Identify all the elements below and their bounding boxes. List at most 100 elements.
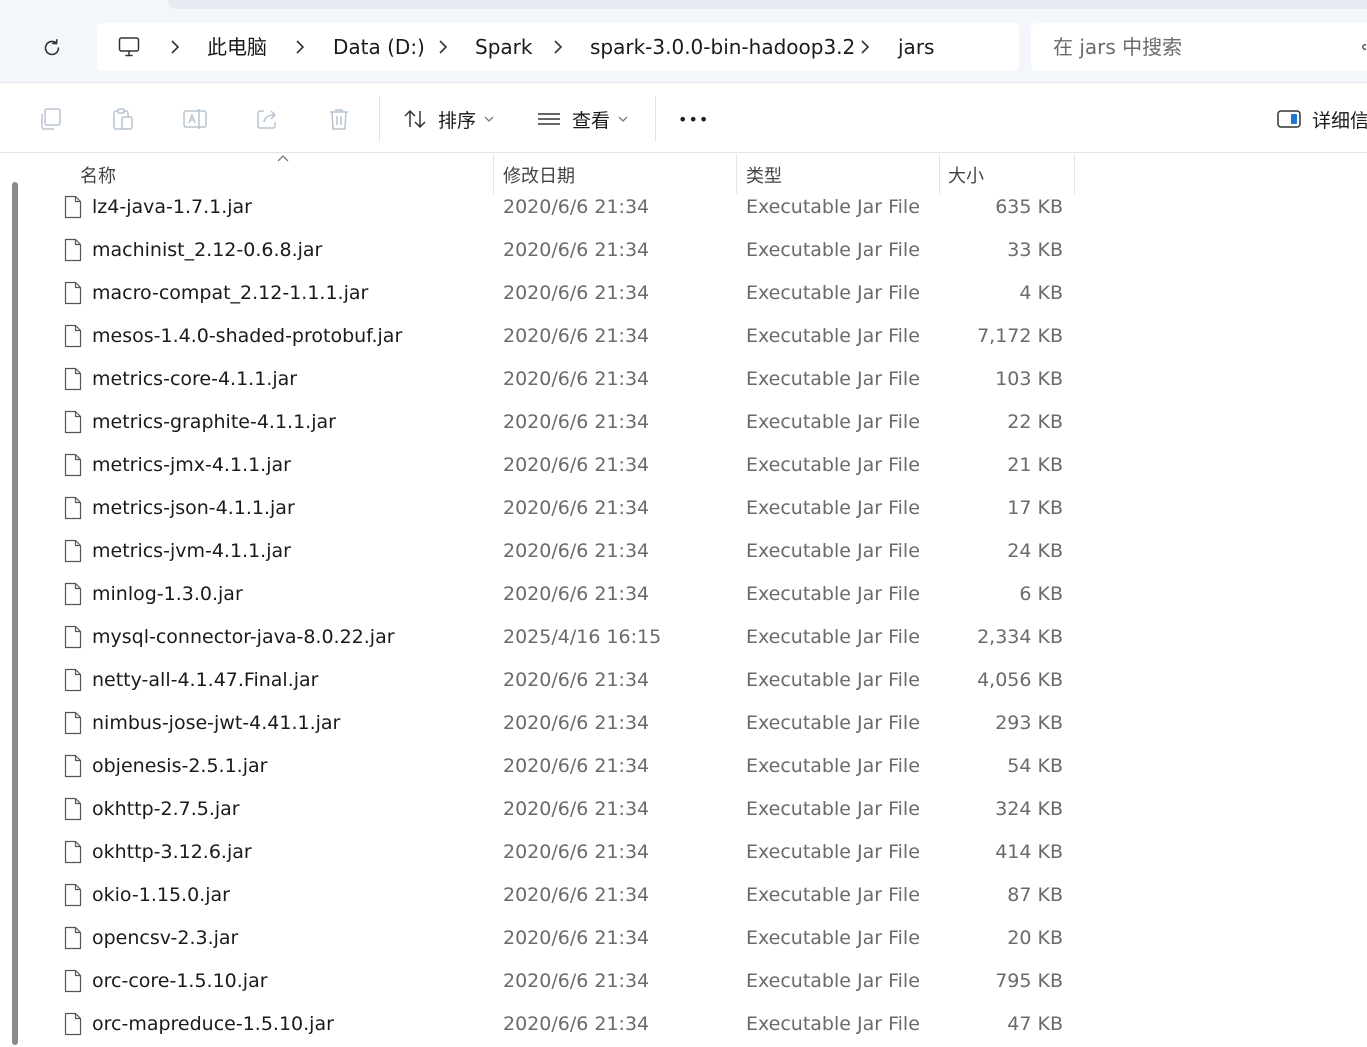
file-icon xyxy=(64,539,82,563)
file-icon xyxy=(64,582,82,606)
file-name: minlog-1.3.0.jar xyxy=(92,583,243,605)
search-input[interactable]: 在 jars 中搜索 xyxy=(1031,23,1367,71)
details-pane-button[interactable]: 详细信 xyxy=(1276,100,1367,138)
breadcrumb-item-spark[interactable]: Spark xyxy=(475,35,532,59)
breadcrumb-item-jars[interactable]: jars xyxy=(898,35,934,59)
column-header-name[interactable]: 名称 xyxy=(80,162,116,188)
file-row[interactable]: okio-1.15.0.jar 2020/6/6 21:34 Executabl… xyxy=(56,875,1076,918)
address-area: 此电脑 Data (D:) Spark spark-3.0.0-bin-hado… xyxy=(0,0,1367,83)
file-name: netty-all-4.1.47.Final.jar xyxy=(92,669,319,691)
column-header-type[interactable]: 类型 xyxy=(746,162,782,188)
file-size: 7,172 KB xyxy=(977,325,1063,347)
breadcrumb-item-this-pc[interactable]: 此电脑 xyxy=(207,35,267,59)
file-row[interactable]: netty-all-4.1.47.Final.jar 2020/6/6 21:3… xyxy=(56,660,1076,703)
file-row[interactable]: machinist_2.12-0.6.8.jar 2020/6/6 21:34 … xyxy=(56,230,1076,273)
file-icon xyxy=(64,195,82,219)
command-bar: 排序 查看 ••• 详细信 xyxy=(0,84,1367,153)
breadcrumb[interactable]: 此电脑 Data (D:) Spark spark-3.0.0-bin-hado… xyxy=(97,23,1019,71)
more-options-button[interactable]: ••• xyxy=(678,100,709,138)
file-icon xyxy=(64,1012,82,1036)
file-row[interactable]: metrics-core-4.1.1.jar 2020/6/6 21:34 Ex… xyxy=(56,359,1076,402)
refresh-button[interactable] xyxy=(34,30,70,66)
delete-icon[interactable] xyxy=(326,106,352,132)
file-icon xyxy=(64,281,82,305)
file-row[interactable]: macro-compat_2.12-1.1.1.jar 2020/6/6 21:… xyxy=(56,273,1076,316)
file-size: 293 KB xyxy=(995,712,1063,734)
file-size: 795 KB xyxy=(995,970,1063,992)
file-row[interactable]: mysql-connector-java-8.0.22.jar 2025/4/1… xyxy=(56,617,1076,660)
chevron-right-icon[interactable] xyxy=(859,38,871,56)
breadcrumb-item-spark-folder[interactable]: spark-3.0.0-bin-hadoop3.2 xyxy=(590,35,855,59)
file-size: 47 KB xyxy=(1007,1013,1063,1035)
scrollbar-thumb[interactable] xyxy=(12,182,18,1045)
share-icon[interactable] xyxy=(254,106,280,132)
file-name: nimbus-jose-jwt-4.41.1.jar xyxy=(92,712,341,734)
file-size: 17 KB xyxy=(1007,497,1063,519)
file-row[interactable]: opencsv-2.3.jar 2020/6/6 21:34 Executabl… xyxy=(56,918,1076,961)
file-icon xyxy=(64,883,82,907)
rename-icon[interactable] xyxy=(182,106,208,132)
file-row[interactable]: mesos-1.4.0-shaded-protobuf.jar 2020/6/6… xyxy=(56,316,1076,359)
file-row[interactable]: nimbus-jose-jwt-4.41.1.jar 2020/6/6 21:3… xyxy=(56,703,1076,746)
file-icon xyxy=(64,926,82,950)
chevron-right-icon[interactable] xyxy=(169,38,181,56)
file-modified-date: 2020/6/6 21:34 xyxy=(503,282,650,304)
file-type: Executable Jar File xyxy=(746,325,920,347)
column-header-size[interactable]: 大小 xyxy=(948,162,984,188)
file-icon xyxy=(64,453,82,477)
chevron-right-icon[interactable] xyxy=(294,38,306,56)
toolbar-divider xyxy=(379,96,380,142)
file-row[interactable]: metrics-jmx-4.1.1.jar 2020/6/6 21:34 Exe… xyxy=(56,445,1076,488)
file-row[interactable]: okhttp-2.7.5.jar 2020/6/6 21:34 Executab… xyxy=(56,789,1076,832)
file-size: 33 KB xyxy=(1007,239,1063,261)
file-name: metrics-json-4.1.1.jar xyxy=(92,497,295,519)
file-size: 24 KB xyxy=(1007,540,1063,562)
file-size: 21 KB xyxy=(1007,454,1063,476)
sort-icon xyxy=(404,110,426,128)
file-row[interactable]: okhttp-3.12.6.jar 2020/6/6 21:34 Executa… xyxy=(56,832,1076,875)
file-row[interactable]: metrics-jvm-4.1.1.jar 2020/6/6 21:34 Exe… xyxy=(56,531,1076,574)
details-pane-icon xyxy=(1277,110,1301,128)
file-icon xyxy=(64,668,82,692)
file-modified-date: 2020/6/6 21:34 xyxy=(503,841,650,863)
file-type: Executable Jar File xyxy=(746,669,920,691)
file-row[interactable]: minlog-1.3.0.jar 2020/6/6 21:34 Executab… xyxy=(56,574,1076,617)
file-name: lz4-java-1.7.1.jar xyxy=(92,196,252,218)
file-modified-date: 2020/6/6 21:34 xyxy=(503,540,650,562)
file-type: Executable Jar File xyxy=(746,712,920,734)
copy-icon[interactable] xyxy=(38,106,64,132)
file-name: metrics-graphite-4.1.1.jar xyxy=(92,411,336,433)
refresh-icon xyxy=(44,39,60,56)
view-button[interactable]: 查看 xyxy=(536,100,628,138)
file-row[interactable]: orc-mapreduce-1.5.10.jar 2020/6/6 21:34 … xyxy=(56,1004,1076,1047)
file-name: metrics-jvm-4.1.1.jar xyxy=(92,540,291,562)
file-size: 414 KB xyxy=(995,841,1063,863)
file-type: Executable Jar File xyxy=(746,368,920,390)
file-row[interactable]: metrics-json-4.1.1.jar 2020/6/6 21:34 Ex… xyxy=(56,488,1076,531)
file-row[interactable]: metrics-graphite-4.1.1.jar 2020/6/6 21:3… xyxy=(56,402,1076,445)
chevron-right-icon[interactable] xyxy=(552,38,564,56)
file-row[interactable]: objenesis-2.5.1.jar 2020/6/6 21:34 Execu… xyxy=(56,746,1076,789)
file-type: Executable Jar File xyxy=(746,497,920,519)
file-modified-date: 2020/6/6 21:34 xyxy=(503,1013,650,1035)
file-row[interactable]: lz4-java-1.7.1.jar 2020/6/6 21:34 Execut… xyxy=(56,187,1076,230)
file-type: Executable Jar File xyxy=(746,755,920,777)
file-name: objenesis-2.5.1.jar xyxy=(92,755,268,777)
file-type: Executable Jar File xyxy=(746,239,920,261)
file-name: machinist_2.12-0.6.8.jar xyxy=(92,239,323,261)
sort-button[interactable]: 排序 xyxy=(402,100,494,138)
file-size: 635 KB xyxy=(995,196,1063,218)
file-type: Executable Jar File xyxy=(746,970,920,992)
file-type: Executable Jar File xyxy=(746,196,920,218)
file-icon xyxy=(64,711,82,735)
more-icon: ••• xyxy=(678,109,710,129)
breadcrumb-item-data-drive[interactable]: Data (D:) xyxy=(333,35,425,59)
paste-icon[interactable] xyxy=(110,106,136,132)
chevron-right-icon[interactable] xyxy=(437,38,449,56)
file-size: 4 KB xyxy=(1019,282,1063,304)
file-type: Executable Jar File xyxy=(746,841,920,863)
file-modified-date: 2020/6/6 21:34 xyxy=(503,368,650,390)
file-modified-date: 2020/6/6 21:34 xyxy=(503,798,650,820)
file-row[interactable]: orc-core-1.5.10.jar 2020/6/6 21:34 Execu… xyxy=(56,961,1076,1004)
column-header-date[interactable]: 修改日期 xyxy=(503,162,575,188)
